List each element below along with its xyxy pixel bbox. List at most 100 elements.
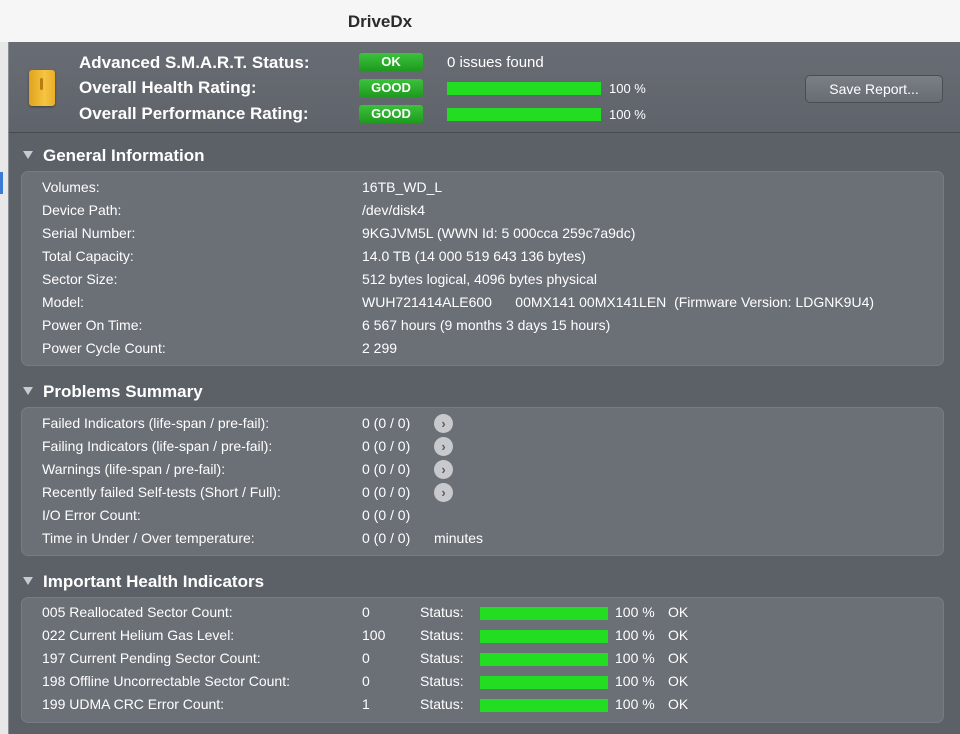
title-bar: DriveDx [0, 0, 960, 43]
problems-summary-title: Problems Summary [43, 382, 203, 401]
chevron-right-icon[interactable]: › [434, 483, 453, 502]
disclosure-triangle-icon[interactable] [23, 150, 33, 159]
indicator-label: 005 Reallocated Sector Count: [42, 604, 233, 620]
health-rating-bar [447, 82, 601, 95]
indicator-percent: 100 % [615, 696, 655, 712]
problem-value: 0 (0 / 0) [362, 438, 411, 454]
health-rating-bar-fill [447, 82, 601, 95]
hard-drive-icon [29, 70, 55, 106]
indicator-bar-fill [480, 699, 608, 712]
indicator-value: 1 [362, 696, 370, 712]
status-label: Status: [420, 696, 464, 712]
disclosure-triangle-icon[interactable] [23, 576, 33, 585]
performance-rating-bar-fill [447, 108, 601, 121]
problems-summary-panel: Failed Indicators (life-span / pre-fail)… [21, 407, 944, 556]
info-label: Power On Time: [42, 317, 143, 333]
info-value: 6 567 hours (9 months 3 days 15 hours) [362, 317, 611, 333]
status-label: Status: [420, 650, 464, 666]
status-label: Status: [420, 604, 464, 620]
save-report-button[interactable]: Save Report... [805, 75, 943, 103]
problem-value: 0 (0 / 0) [362, 415, 411, 431]
general-information-header[interactable]: General Information [23, 146, 205, 166]
status-label: Status: [420, 627, 464, 643]
indicator-percent: 100 % [615, 650, 655, 666]
problem-value: 0 (0 / 0) [362, 530, 411, 546]
general-information-title: General Information [43, 146, 205, 165]
indicator-bar [480, 653, 608, 666]
health-indicators-panel: 005 Reallocated Sector Count: 0 Status: 100… [21, 597, 944, 723]
indicator-status: OK [668, 673, 689, 689]
problem-label: Warnings (life-span / pre-fail): [42, 461, 226, 477]
chevron-right-icon[interactable]: › [434, 437, 453, 456]
indicator-bar [480, 699, 608, 712]
indicator-bar-fill [480, 630, 608, 643]
left-edge-marker [0, 172, 3, 194]
indicator-bar [480, 676, 608, 689]
problem-label: Recently failed Self-tests (Short / Full… [42, 484, 281, 500]
issues-count: 0 issues found [447, 54, 544, 71]
info-value: WUH721414ALE600 00MX141 00MX141LEN (Firm… [362, 294, 875, 310]
info-value: /dev/disk4 [362, 202, 426, 218]
chevron-right-icon[interactable]: › [434, 414, 453, 433]
problems-summary-header[interactable]: Problems Summary [23, 382, 203, 402]
info-value: 9KGJVM5L (WWN Id: 5 000cca 259c7a9dc) [362, 225, 636, 241]
indicator-bar-fill [480, 676, 608, 689]
info-value: 14.0 TB (14 000 519 643 136 bytes) [362, 248, 586, 264]
problem-label: Failed Indicators (life-span / pre-fail)… [42, 415, 270, 431]
health-rating-badge: GOOD [359, 79, 423, 97]
indicator-value: 0 [362, 650, 370, 666]
info-label: Device Path: [42, 202, 122, 218]
indicator-value: 0 [362, 673, 370, 689]
window-title: DriveDx [347, 12, 413, 31]
indicator-bar-fill [480, 607, 608, 620]
indicator-label: 197 Current Pending Sector Count: [42, 650, 261, 666]
problem-value: 0 (0 / 0) [362, 507, 411, 523]
problem-unit: minutes [434, 530, 484, 546]
indicator-percent: 100 % [615, 673, 655, 689]
indicator-bar [480, 630, 608, 643]
info-label: Power Cycle Count: [42, 340, 166, 356]
status-header: Advanced S.M.A.R.T. Status: OK 0 issues … [9, 42, 960, 133]
health-rating-label: Overall Health Rating: [79, 78, 257, 97]
indicator-bar-fill [480, 653, 608, 666]
info-value: 2 299 [362, 340, 398, 356]
chevron-right-icon[interactable]: › [434, 460, 453, 479]
health-rating-percent: 100 % [609, 81, 646, 96]
main-panel: Advanced S.M.A.R.T. Status: OK 0 issues … [8, 42, 960, 734]
health-indicators-header[interactable]: Important Health Indicators [23, 572, 264, 592]
problem-value: 0 (0 / 0) [362, 484, 411, 500]
performance-rating-label: Overall Performance Rating: [79, 104, 309, 123]
indicator-status: OK [668, 650, 689, 666]
problem-label: Time in Under / Over temperature: [42, 530, 255, 546]
indicator-label: 198 Offline Uncorrectable Sector Count: [42, 673, 290, 689]
indicator-label: 022 Current Helium Gas Level: [42, 627, 235, 643]
health-indicators-title: Important Health Indicators [43, 572, 265, 591]
indicator-percent: 100 % [615, 604, 655, 620]
info-label: Sector Size: [42, 271, 118, 287]
indicator-value: 0 [362, 604, 370, 620]
indicator-status: OK [668, 627, 689, 643]
performance-rating-bar [447, 108, 601, 121]
problem-label: I/O Error Count: [42, 507, 141, 523]
smart-status-label: Advanced S.M.A.R.T. Status: [79, 53, 310, 72]
info-label: Model: [42, 294, 85, 310]
info-value: 16TB_WD_L [362, 179, 443, 195]
indicator-status: OK [668, 696, 689, 712]
left-strip [0, 42, 8, 734]
info-value: 512 bytes logical, 4096 bytes physical [362, 271, 598, 287]
indicator-value: 100 [362, 627, 386, 643]
problem-label: Failing Indicators (life-span / pre-fail… [42, 438, 273, 454]
info-label: Total Capacity: [42, 248, 134, 264]
info-label: Volumes: [42, 179, 100, 195]
performance-rating-percent: 100 % [609, 107, 646, 122]
general-information-panel: Volumes: 16TB_WD_L Device Path: /dev/disk4 S… [21, 171, 944, 366]
indicator-label: 199 UDMA CRC Error Count: [42, 696, 225, 712]
smart-status-badge: OK [359, 53, 423, 71]
indicator-status: OK [668, 604, 689, 620]
status-label: Status: [420, 673, 464, 689]
performance-rating-badge: GOOD [359, 105, 423, 123]
disclosure-triangle-icon[interactable] [23, 386, 33, 395]
problem-value: 0 (0 / 0) [362, 461, 411, 477]
indicator-percent: 100 % [615, 627, 655, 643]
info-label: Serial Number: [42, 225, 136, 241]
